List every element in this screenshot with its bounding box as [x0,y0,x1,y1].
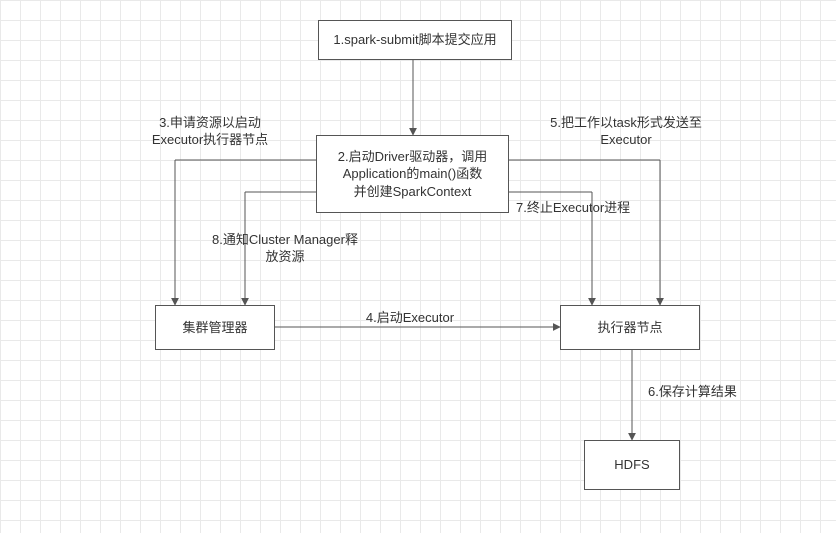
node-cluster-manager: 集群管理器 [155,305,275,350]
node-hdfs: HDFS [584,440,680,490]
node-driver: 2.启动Driver驱动器，调用 Application的main()函数 并创… [316,135,509,213]
edge-label-4: 4.启动Executor [335,310,485,327]
node-submit-label: 1.spark-submit脚本提交应用 [333,31,496,49]
node-executor: 执行器节点 [560,305,700,350]
edge-label-6: 6.保存计算结果 [648,384,768,401]
edge-label-5: 5.把工作以task形式发送至 Executor [521,115,731,149]
node-submit: 1.spark-submit脚本提交应用 [318,20,512,60]
edge-label-8: 8.通知Cluster Manager释 放资源 [185,232,385,266]
node-cluster-manager-label: 集群管理器 [182,319,247,337]
node-driver-label: 2.启动Driver驱动器，调用 Application的main()函数 并创… [338,148,488,201]
node-hdfs-label: HDFS [614,456,649,474]
grid-background [0,0,836,533]
node-executor-label: 执行器节点 [597,319,662,337]
edge-label-7: 7.终止Executor进程 [516,200,691,217]
edge-label-3: 3.申请资源以启动 Executor执行器节点 [120,115,300,149]
